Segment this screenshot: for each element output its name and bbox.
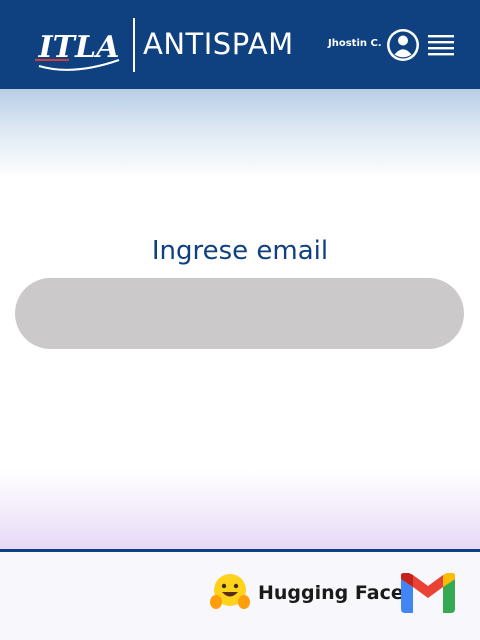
itla-logo: ITLA [35,30,120,71]
hugging-face-icon [210,574,250,609]
svg-text:ITLA: ITLA [38,30,120,65]
logo-divider [133,18,135,72]
app-title: ANTISPAM [143,27,294,61]
user-circle-icon[interactable] [386,28,420,62]
hamburger-menu-icon[interactable] [428,33,454,57]
main-content: Ingrese email [0,89,480,550]
email-input[interactable] [15,278,464,349]
email-prompt: Ingrese email [151,236,329,266]
hugging-face-label: Hugging Face [258,582,404,604]
gmail-icon [401,573,455,613]
app-footer: Hugging Face [0,552,480,640]
app-header: ITLA ANTISPAM Jhostin C. [0,0,480,89]
user-name: Jhostin C. [328,38,382,49]
